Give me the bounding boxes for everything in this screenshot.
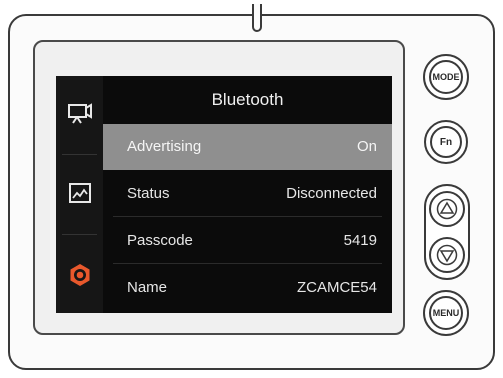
menu-row-advertising[interactable]: Advertising On — [103, 124, 392, 170]
top-notch — [252, 4, 262, 32]
mode-button-label: MODE — [432, 72, 460, 82]
mode-button[interactable]: MODE — [423, 54, 469, 100]
row-value: On — [356, 138, 377, 155]
row-divider — [113, 216, 382, 217]
sidebar-item-video[interactable] — [56, 78, 103, 148]
row-value: ZCAMCE54 — [296, 279, 377, 296]
lcd-screen: Bluetooth Advertising On Status Disconne… — [56, 76, 392, 313]
fn-button-label: Fn — [439, 136, 453, 148]
page-title: Bluetooth — [211, 90, 284, 109]
nav-rocker — [424, 184, 470, 280]
fn-button[interactable]: Fn — [424, 120, 468, 164]
sidebar-item-settings[interactable] — [56, 240, 103, 310]
sidebar — [56, 76, 103, 313]
row-value: 5419 — [343, 232, 377, 249]
sidebar-divider — [62, 154, 97, 155]
image-adjust-icon — [68, 183, 91, 203]
menu-row-status[interactable]: Status Disconnected — [103, 171, 392, 217]
bluetooth-menu: Bluetooth Advertising On Status Disconne… — [103, 76, 392, 313]
menu-button-label: MENU — [432, 308, 460, 318]
down-button[interactable] — [429, 237, 465, 273]
menu-row-name[interactable]: Name ZCAMCE54 — [103, 265, 392, 311]
up-arrow-icon — [436, 198, 458, 220]
row-label: Name — [127, 279, 168, 296]
row-label: Status — [127, 185, 170, 202]
settings-gear-icon — [70, 264, 89, 286]
menu-row-passcode[interactable]: Passcode 5419 — [103, 218, 392, 264]
video-camera-icon — [67, 103, 92, 124]
menu-button[interactable]: MENU — [423, 290, 469, 336]
row-divider — [113, 263, 382, 264]
row-value: Disconnected — [286, 185, 377, 202]
up-button[interactable] — [429, 191, 465, 227]
row-label: Advertising — [127, 138, 202, 155]
down-arrow-icon — [436, 244, 458, 266]
sidebar-item-image[interactable] — [56, 158, 103, 228]
row-label: Passcode — [127, 232, 193, 249]
sidebar-divider — [62, 234, 97, 235]
